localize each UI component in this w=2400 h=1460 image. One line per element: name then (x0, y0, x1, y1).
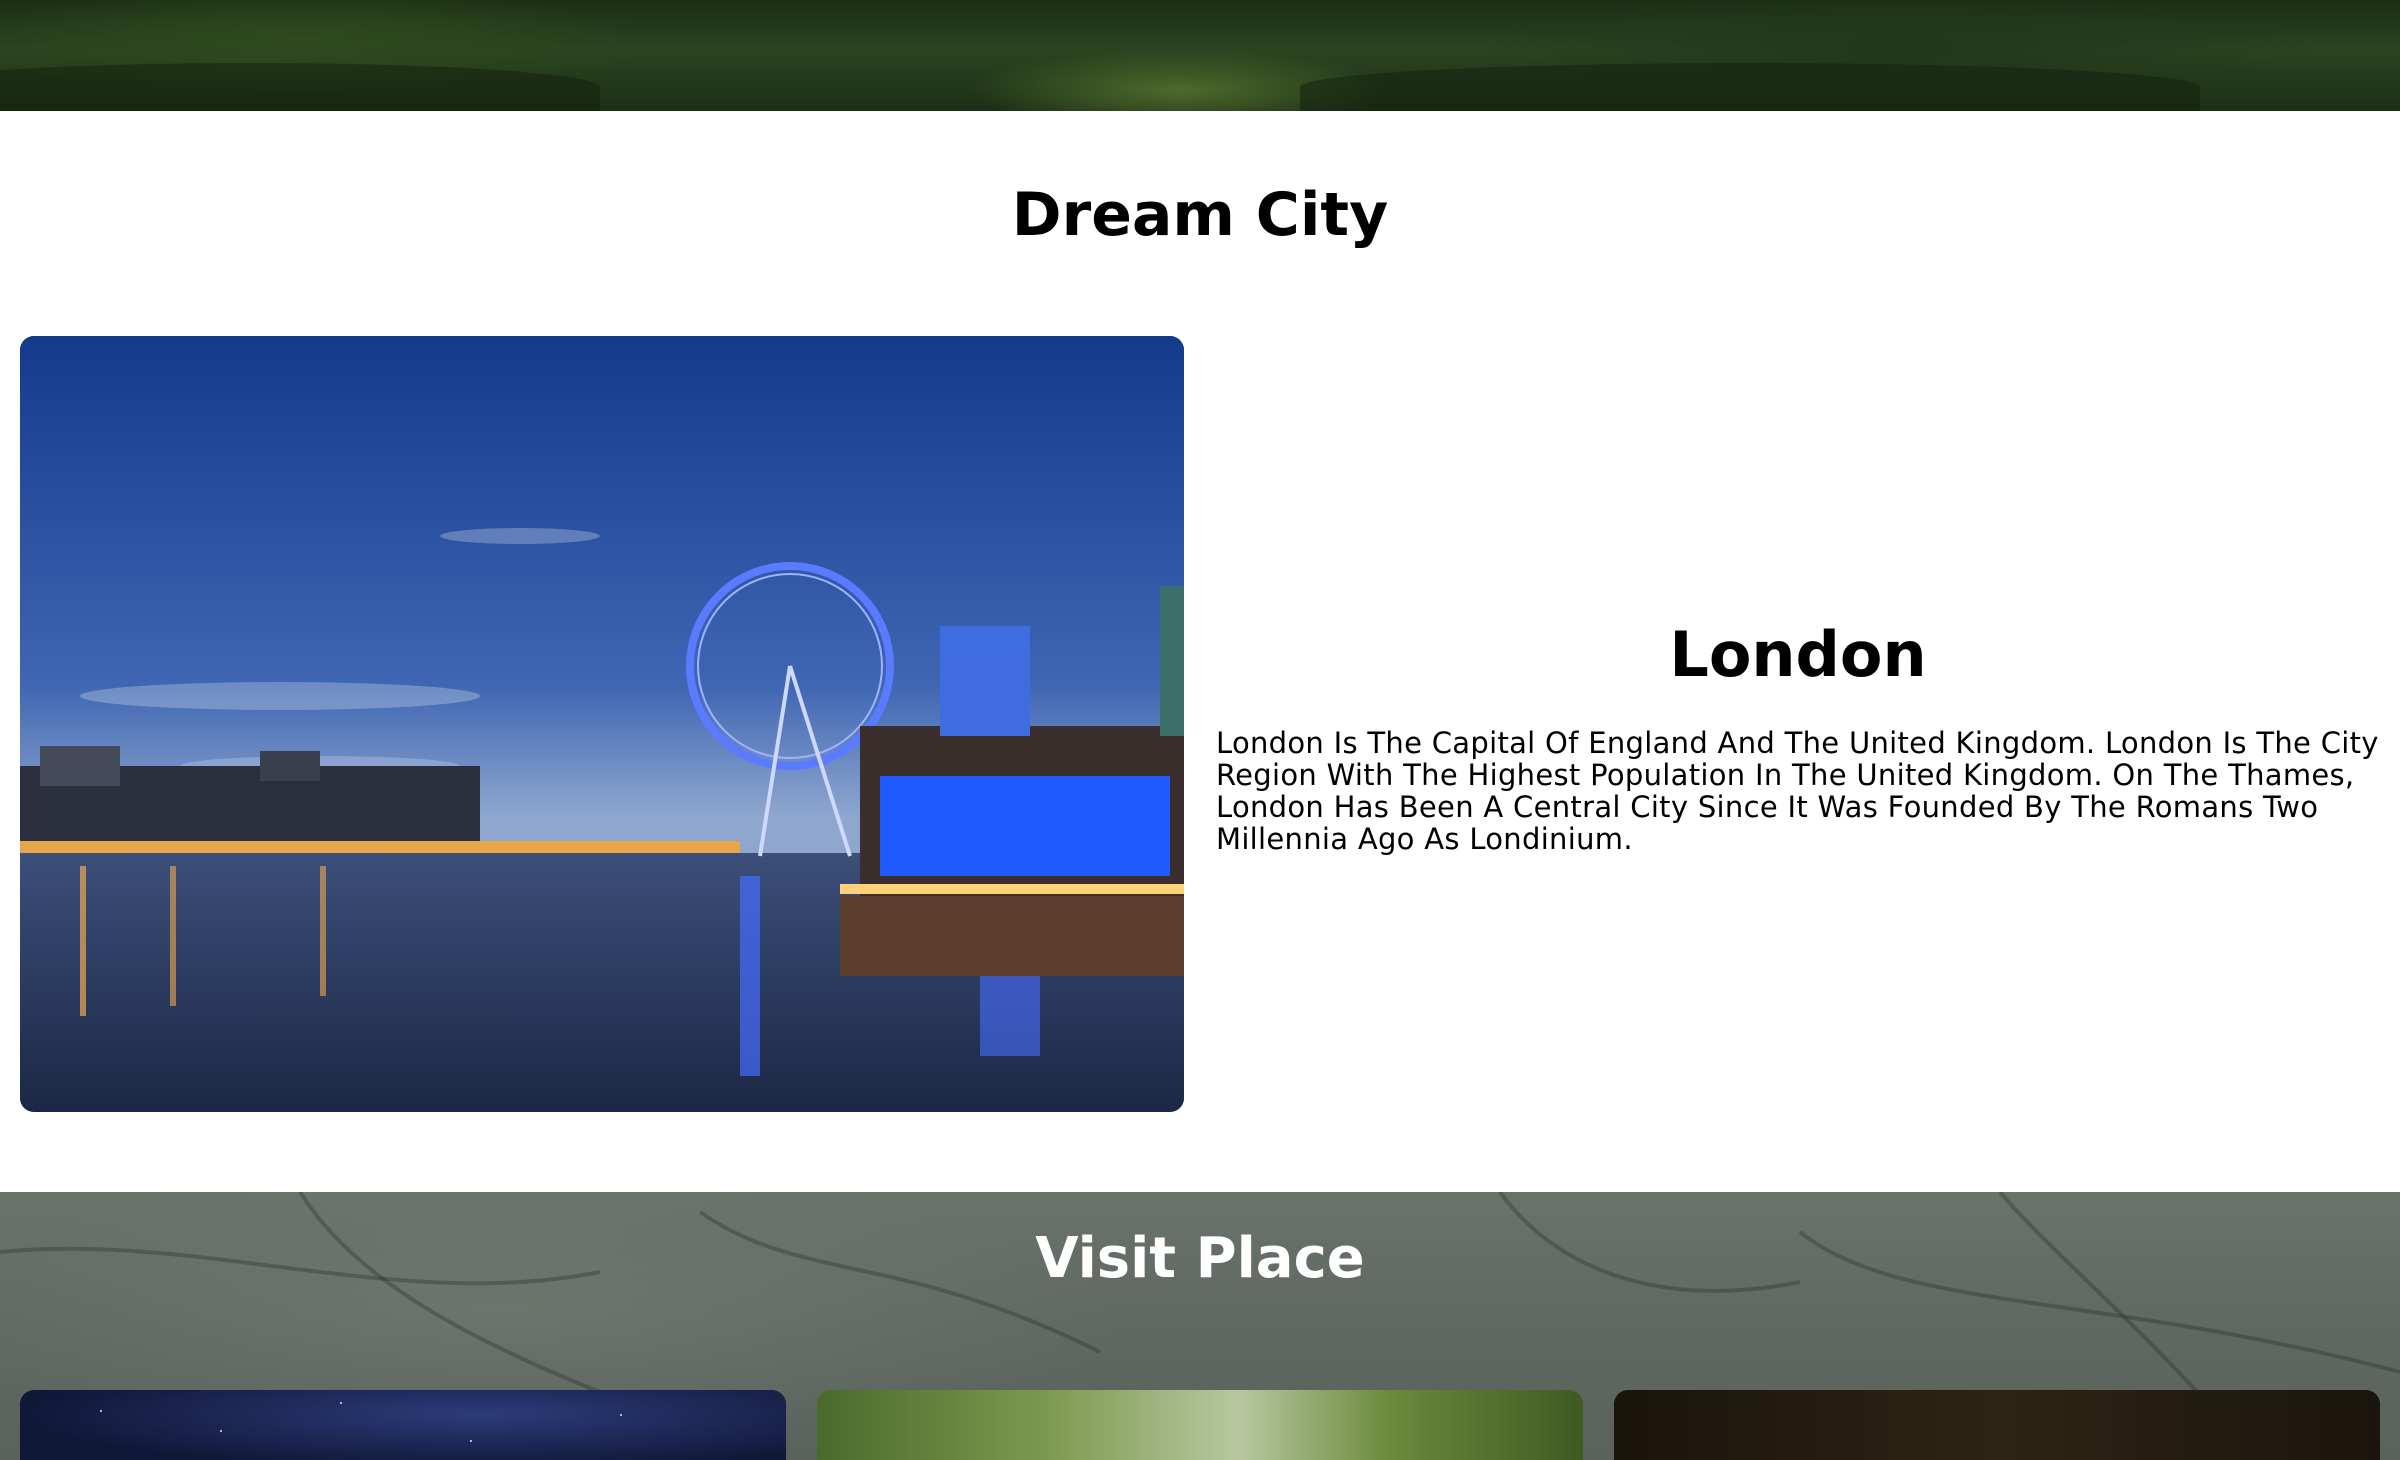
city-description: London Is The Capital Of England And The… (1216, 726, 2379, 856)
visit-place-section: Visit Place (0, 1192, 2400, 1460)
place-card-starry-night[interactable] (20, 1390, 786, 1460)
visit-place-title: Visit Place (1035, 1226, 1365, 1291)
place-card-green-forest[interactable] (817, 1390, 1583, 1460)
city-name-heading: London (1669, 618, 1927, 691)
london-image (20, 336, 1184, 1112)
hero-background-image (0, 0, 2400, 111)
dream-city-title: Dream City (1011, 180, 1389, 250)
place-card-dark-forest[interactable] (1614, 1390, 2380, 1460)
